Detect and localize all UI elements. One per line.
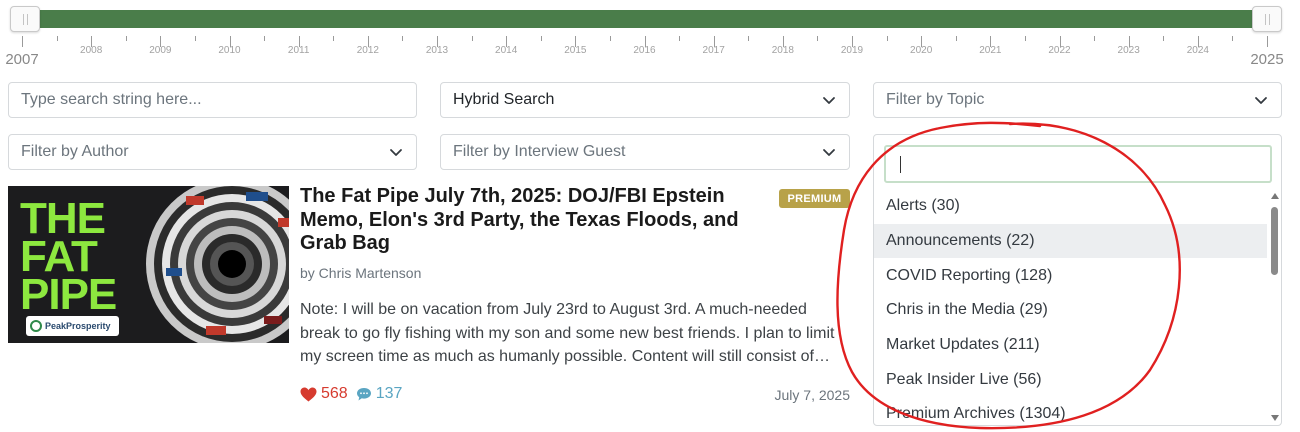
text-caret: [900, 156, 901, 173]
topic-filter-select[interactable]: Filter by Topic: [873, 82, 1282, 118]
comment-count: 137: [375, 385, 403, 402]
slider-year-label: 2009: [149, 45, 172, 56]
slider-major-tick: [22, 36, 23, 47]
slider-major-tick: [1267, 36, 1268, 47]
chevron-down-icon: [390, 149, 402, 156]
thumbnail-headline: THE FAT PIPE: [20, 194, 117, 319]
chevron-down-icon: [823, 97, 835, 104]
slider-year-label: 2020: [910, 45, 933, 56]
slider-minor-tick: [56, 36, 58, 41]
slider-year-label: 2021: [979, 45, 1002, 56]
slider-year-label: 2019: [840, 45, 864, 56]
slider-minor-tick: [1163, 36, 1165, 41]
slider-selected-range: [22, 10, 1274, 28]
logo-tree-icon: [30, 320, 42, 332]
slider-year-label: 2018: [771, 45, 794, 56]
chevron-down-icon: [1255, 97, 1267, 104]
search-input[interactable]: Type search string here...: [8, 82, 417, 118]
like-count: 568: [321, 385, 348, 402]
slider-handle-end[interactable]: [1252, 6, 1282, 32]
slider-minor-tick: [886, 36, 888, 41]
slider-year-label: 2012: [356, 45, 379, 56]
topic-option[interactable]: Peak Insider Live (56): [874, 362, 1267, 397]
article-excerpt: Note: I will be on vacation from July 23…: [300, 301, 835, 365]
guest-filter-select[interactable]: Filter by Interview Guest: [440, 134, 850, 170]
slider-minor-tick: [540, 36, 542, 41]
topic-filter-placeholder: Filter by Topic: [886, 91, 985, 108]
slider-minor-tick: [817, 36, 819, 41]
slider-year-label: 2014: [495, 45, 518, 56]
slider-handle-start[interactable]: [10, 6, 40, 32]
slider-minor-tick: [264, 36, 266, 41]
article-byline: by Chris Martenson: [300, 265, 422, 281]
slider-year-label: 2017: [702, 45, 725, 56]
dropdown-scrollbar[interactable]: [1269, 189, 1281, 425]
slider-minor-tick: [748, 36, 750, 41]
slider-minor-tick: [333, 36, 335, 41]
scrollbar-thumb[interactable]: [1271, 207, 1278, 275]
article-thumbnail[interactable]: THE FAT PIPE PeakProsperity: [8, 186, 289, 343]
author-filter-placeholder: Filter by Author: [21, 143, 129, 160]
topic-option[interactable]: Alerts (30): [874, 189, 1267, 224]
slider-minor-tick: [1094, 36, 1096, 41]
author-filter-select[interactable]: Filter by Author: [8, 134, 417, 170]
slider-minor-tick: [402, 36, 404, 41]
topic-option[interactable]: Chris in the Media (29): [874, 293, 1267, 328]
premium-badge: PREMIUM: [779, 189, 850, 208]
slider-minor-tick: [1024, 36, 1026, 41]
topic-dropdown-search-input[interactable]: [884, 145, 1272, 183]
chevron-down-icon: [823, 149, 835, 156]
slider-minor-tick: [955, 36, 957, 41]
slider-year-label: 2007: [5, 51, 39, 68]
slider-year-label: 2024: [1186, 45, 1209, 56]
topic-option[interactable]: Premium Archives (1304): [874, 397, 1267, 425]
guest-filter-placeholder: Filter by Interview Guest: [453, 143, 626, 160]
search-mode-select[interactable]: Hybrid Search: [440, 82, 850, 118]
scroll-up-arrow-icon[interactable]: [1271, 193, 1279, 199]
slider-minor-tick: [609, 36, 611, 41]
article-date: July 7, 2025: [774, 387, 851, 403]
slider-minor-tick: [1232, 36, 1234, 41]
search-mode-value: Hybrid Search: [453, 91, 555, 108]
speech-bubble-icon: [356, 387, 371, 400]
slider-minor-tick: [679, 36, 681, 41]
year-range-slider[interactable]: 2007 2008 2009 2010 2011 2012 2013 2014 2015 2016…: [5, 0, 1284, 72]
topic-options-list: Alerts (30) Announcements (22) COVID Rep…: [874, 189, 1267, 425]
search-placeholder: Type search string here...: [21, 91, 202, 108]
topic-option[interactable]: COVID Reporting (128): [874, 258, 1267, 293]
article-stats: 568 137: [300, 385, 402, 403]
media-vortex-image: [146, 186, 289, 343]
slider-year-label: 2022: [1048, 45, 1071, 56]
slider-year-label: 2023: [1117, 45, 1140, 56]
heart-icon: [300, 387, 317, 401]
like-button[interactable]: 568: [300, 385, 348, 403]
slider-minor-tick: [125, 36, 127, 41]
slider-year-label: 2008: [80, 45, 103, 56]
slider-minor-tick: [194, 36, 196, 41]
slider-year-label: 2010: [218, 45, 241, 56]
slider-year-label: 2016: [633, 45, 656, 56]
peakprosperity-logo: PeakProsperity: [26, 316, 119, 336]
slider-year-label: 2013: [425, 45, 449, 56]
slider-year-label: 2025: [1250, 51, 1284, 68]
comments-link[interactable]: 137: [356, 385, 403, 403]
slider-minor-tick: [471, 36, 473, 41]
topic-option[interactable]: Announcements (22): [874, 223, 1267, 259]
topic-option[interactable]: Market Updates (211): [874, 328, 1267, 363]
topic-dropdown-menu: Alerts (30) Announcements (22) COVID Rep…: [873, 134, 1282, 426]
slider-year-label: 2011: [287, 45, 310, 56]
scroll-down-arrow-icon[interactable]: [1271, 415, 1279, 421]
article-title[interactable]: The Fat Pipe July 7th, 2025: DOJ/FBI Eps…: [300, 185, 752, 256]
slider-year-label: 2015: [564, 45, 587, 56]
